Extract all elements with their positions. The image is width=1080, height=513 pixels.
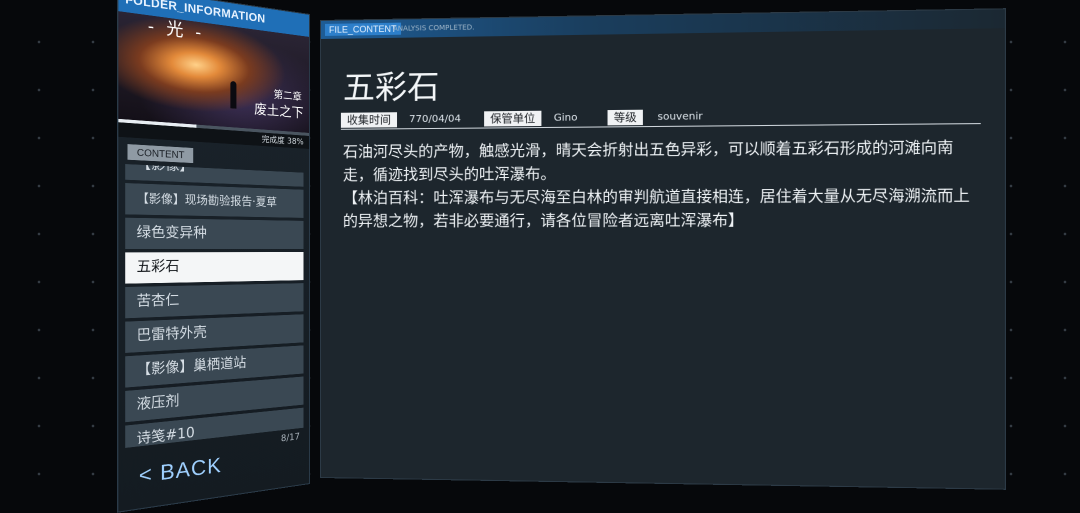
content-tab: CONTENT xyxy=(127,144,194,164)
folder-panel: FOLDER_INFORMATION - 光 - 第二章 废土之下 完成度 38… xyxy=(117,0,310,513)
list-item[interactable]: 【影像】现场勘验报告·夏草 xyxy=(125,183,304,218)
metadata-row: 收集时间 770/04/04 保管单位 Gino 等级 souvenir xyxy=(340,106,981,130)
collected-time-value: 770/04/04 xyxy=(409,113,461,126)
silhouette-figure xyxy=(230,80,237,109)
grade-value: souvenir xyxy=(657,111,703,123)
item-description: 石油河尽头的产物，触感光滑，晴天会折射出五色异彩，可以顺着五彩石形成的河滩向南走… xyxy=(343,136,970,233)
list-item-selected[interactable]: 五彩石 xyxy=(125,252,304,284)
collected-time-label: 收集时间 xyxy=(340,112,398,128)
file-content-panel: FILE_CONTENT ANALYSIS COMPLETED. 五彩石 收集时… xyxy=(320,8,1007,490)
analysis-status: ANALYSIS COMPLETED. xyxy=(392,23,475,33)
custodian-label: 保管单位 xyxy=(484,110,542,127)
encyclopedia-paragraph: 【林泊百科：吐浑瀑布与无尽海至白林的审判航道直接相连，居住着大量从无尽海溯流而上… xyxy=(342,186,970,230)
list-item[interactable]: 苦杏仁 xyxy=(125,283,304,319)
list-pager: 8/17 xyxy=(280,432,300,445)
custodian-value: Gino xyxy=(553,112,578,124)
file-content-tab: FILE_CONTENT xyxy=(324,22,401,36)
description-paragraph: 石油河尽头的产物，触感光滑，晴天会折射出五色异彩，可以顺着五彩石形成的河滩向南走… xyxy=(342,137,954,184)
content-list[interactable]: 【影像】 【影像】现场勘验报告·夏草 绿色变异种 五彩石 苦杏仁 巴雷特外壳 【… xyxy=(125,164,304,448)
back-button[interactable]: < BACK xyxy=(139,454,222,490)
completion-label: 完成度 38% xyxy=(261,134,304,147)
grade-label: 等级 xyxy=(607,109,643,126)
list-item[interactable]: 绿色变异种 xyxy=(125,217,304,249)
item-title: 五彩石 xyxy=(342,67,440,107)
chapter-title: 废土之下 xyxy=(254,101,304,122)
